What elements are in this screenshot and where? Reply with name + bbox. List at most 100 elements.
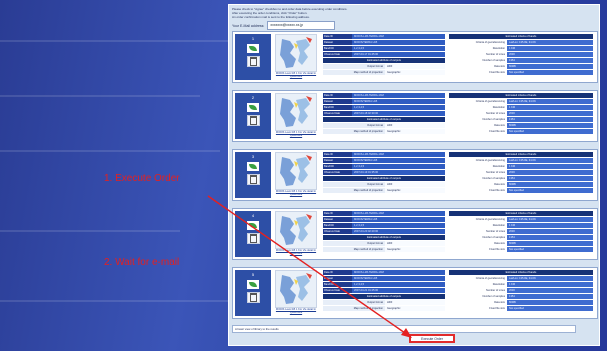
annotation-wait-email: 2. Wait for e-mail <box>104 257 180 268</box>
execute-order-button[interactable]: Execute Order <box>409 334 455 343</box>
record-number: 5 <box>251 272 255 277</box>
attribute-row: Data ID MODIS-L1B-TERRA-1KM <box>323 152 445 157</box>
estimate-row: Criteria of georeferencing Lat/Lon: 135.0… <box>449 40 593 45</box>
attribute-row: Dataset MODIS/TERRA L1B <box>323 158 445 163</box>
attribute-row: Band/Ch 1,2,3,4,5 <box>323 164 445 169</box>
quicklook-link[interactable]: MODIS Level 1B 1 Km Vie detail in Quick-… <box>273 72 319 78</box>
quicklook-thumbnail[interactable] <box>275 34 317 72</box>
estimate-row: Data size 80MB <box>449 300 593 305</box>
leaf-icon[interactable] <box>247 221 259 230</box>
attribute-row: Observe Date 2007-03-19 01:35:00 <box>323 170 445 175</box>
estimate-row: Criteria of georeferencing Lat/Lon: 135.0… <box>449 217 593 222</box>
estimate-row: Fixed file size Not specified <box>449 70 593 75</box>
estimate-row: Fixed file size Not specified <box>449 247 593 252</box>
estimate-row: Criteria of georeferencing Lat/Lon: 135.0… <box>449 99 593 104</box>
trash-icon[interactable] <box>246 174 260 185</box>
attribute-row: Band/Ch 1,2,3,4,5 <box>323 105 445 110</box>
quicklook-link[interactable]: MODIS Level 1B 1 Km Vie detail in Quick-… <box>273 249 319 255</box>
footer-note: A basic view of library to the results <box>232 325 576 333</box>
trash-icon[interactable] <box>246 292 260 303</box>
quicklook-thumbnail[interactable] <box>275 211 317 249</box>
trash-icon[interactable] <box>246 56 260 67</box>
attribute-row: Data ID MODIS-L1B-TERRA-1KM <box>323 211 445 216</box>
output-row: Map method of projection Geographic <box>323 306 445 311</box>
attribute-row: Data ID MODIS-L1B-TERRA-1KM <box>323 270 445 275</box>
background-streak <box>0 95 200 97</box>
estimate-row: Number of samples 1354 <box>449 294 593 299</box>
estimate-row: Resolution 1 KM <box>449 164 593 169</box>
record-actions: 1 <box>235 34 271 80</box>
output-row: Output format HDF <box>323 123 445 128</box>
attribute-row: Observe Date 2007-03-18 02:30:00 <box>323 111 445 116</box>
attribute-row: Dataset MODIS/TERRA L1B <box>323 99 445 104</box>
quicklook-link[interactable]: MODIS Level 1B 1 Km Vie detail in Quick-… <box>273 190 319 196</box>
email-field[interactable] <box>267 21 336 30</box>
attribute-row: Dataset MODIS/TERRA L1B <box>323 217 445 222</box>
data-record: 2 MODIS Level 1B 1 Km Vie detail in Quic… <box>232 90 598 142</box>
trash-icon[interactable] <box>246 115 260 126</box>
output-row: Output format HDF <box>323 241 445 246</box>
record-actions: 5 <box>235 270 271 316</box>
attribute-row: Dataset MODIS/TERRA L1B <box>323 40 445 45</box>
record-number: 4 <box>251 213 255 218</box>
record-actions: 4 <box>235 211 271 257</box>
attribute-row: Observe Date 2007-03-17 01:45:00 <box>323 52 445 57</box>
leaf-icon[interactable] <box>247 103 259 112</box>
outputs-header: Estimated attribute of outputs <box>323 58 445 63</box>
estimate-row: Resolution 1 KM <box>449 105 593 110</box>
estimate-row: Number of samples 1354 <box>449 58 593 63</box>
estimated-criteria: Estimated criteria of bands Criteria of … <box>449 93 593 135</box>
output-row: Map method of projection Geographic <box>323 188 445 193</box>
outputs-header: Estimated attribute of outputs <box>323 117 445 122</box>
estimate-row: Fixed file size Not specified <box>449 129 593 134</box>
attribute-row: Band/Ch 1,2,3,4,5 <box>323 223 445 228</box>
leaf-icon[interactable] <box>247 44 259 53</box>
quicklook-thumbnail[interactable] <box>275 93 317 131</box>
quicklook-thumbnail[interactable] <box>275 152 317 190</box>
record-attributes: Data ID MODIS-L1B-TERRA-1KM Dataset MODIS/… <box>323 93 445 135</box>
record-actions: 2 <box>235 93 271 139</box>
quicklook-link[interactable]: MODIS Level 1B 1 Km Vie detail in Quick-… <box>273 308 319 314</box>
estimate-row: Data size 80MB <box>449 64 593 69</box>
output-row: Map method of projection Geographic <box>323 247 445 252</box>
attribute-row: Data ID MODIS-L1B-TERRA-1KM <box>323 93 445 98</box>
trash-icon[interactable] <box>246 233 260 244</box>
attribute-row: Band/Ch 1,2,3,4,5 <box>323 46 445 51</box>
record-number: 1 <box>251 36 255 41</box>
estimate-row: Number of Lines 2030 <box>449 229 593 234</box>
estimate-row: Resolution 1 KM <box>449 282 593 287</box>
estimate-header: Estimated criteria of bands <box>449 152 593 157</box>
output-row: Output format HDF <box>323 300 445 305</box>
quicklook-thumbnail[interactable] <box>275 270 317 308</box>
background-streak <box>0 300 230 302</box>
estimate-row: Number of samples 1354 <box>449 235 593 240</box>
record-attributes: Data ID MODIS-L1B-TERRA-1KM Dataset MODIS/… <box>323 34 445 76</box>
data-record: 1 MODIS Level 1B 1 Km Vie detail in Quic… <box>232 31 598 83</box>
order-panel: Please check to "Agree" checkbox to and … <box>228 4 600 346</box>
attribute-row: Band/Ch 1,2,3,4,5 <box>323 282 445 287</box>
instruction-line: An order confirmation mail is sent to th… <box>232 15 310 19</box>
estimate-header: Estimated criteria of bands <box>449 270 593 275</box>
quicklook-link[interactable]: MODIS Level 1B 1 Km Vie detail in Quick-… <box>273 131 319 137</box>
email-row: Your E-Mail address: <box>232 21 336 30</box>
leaf-icon[interactable] <box>247 280 259 289</box>
estimate-row: Number of samples 1354 <box>449 117 593 122</box>
estimate-row: Criteria of georeferencing Lat/Lon: 135.0… <box>449 158 593 163</box>
background-streak <box>0 40 240 42</box>
annotation-execute-order: 1. Execute Order <box>104 173 180 184</box>
data-record: 5 MODIS Level 1B 1 Km Vie detail in Quic… <box>232 267 598 319</box>
estimate-row: Data size 80MB <box>449 182 593 187</box>
outputs-header: Estimated attribute of outputs <box>323 294 445 299</box>
estimate-header: Estimated criteria of bands <box>449 34 593 39</box>
estimate-row: Criteria of georeferencing Lat/Lon: 135.0… <box>449 276 593 281</box>
estimate-row: Data size 80MB <box>449 123 593 128</box>
attribute-row: Data ID MODIS-L1B-TERRA-1KM <box>323 34 445 39</box>
output-row: Output format HDF <box>323 182 445 187</box>
leaf-icon[interactable] <box>247 162 259 171</box>
record-number: 2 <box>251 95 255 100</box>
estimate-row: Resolution 1 KM <box>449 46 593 51</box>
estimated-criteria: Estimated criteria of bands Criteria of … <box>449 34 593 76</box>
background-streak <box>0 230 180 232</box>
output-row: Map method of projection Geographic <box>323 129 445 134</box>
record-attributes: Data ID MODIS-L1B-TERRA-1KM Dataset MODIS/… <box>323 270 445 312</box>
